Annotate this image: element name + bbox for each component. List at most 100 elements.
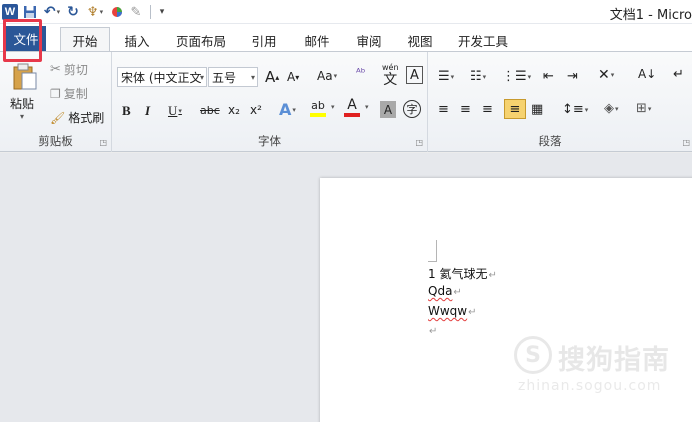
- paragraph-launcher-icon[interactable]: ◳: [682, 138, 690, 147]
- tab-review[interactable]: 审阅: [350, 28, 388, 52]
- highlight-dropdown-icon[interactable]: ▾: [330, 103, 335, 111]
- multilevel-list-icon[interactable]: ⋮☰ ▾: [502, 69, 531, 84]
- font-color-label: A: [347, 97, 357, 113]
- change-case-button[interactable]: Aa ▾: [317, 69, 337, 83]
- copy-label: 复制: [63, 87, 88, 101]
- superscript-button[interactable]: x²: [250, 103, 262, 117]
- format-painter-button[interactable]: 🖌 格式刷: [50, 109, 104, 126]
- word-app-icon[interactable]: W: [2, 4, 18, 20]
- highlight-button[interactable]: ab: [310, 99, 326, 117]
- highlight-label: ab: [311, 99, 325, 112]
- paste-button[interactable]: 粘贴: [10, 95, 34, 112]
- italic-button[interactable]: I: [145, 103, 150, 119]
- paragraph-group-label: 段落: [538, 134, 562, 148]
- font-color-button[interactable]: A: [344, 97, 360, 117]
- shrink-font-button[interactable]: A ▾: [287, 70, 299, 84]
- font-size-dropdown[interactable]: 五号 ▾: [208, 67, 258, 87]
- strikethrough-button[interactable]: abc: [200, 104, 220, 117]
- phonetic-guide-button[interactable]: wén 文: [382, 63, 399, 87]
- text-effects-button[interactable]: A ▾: [279, 100, 296, 119]
- justify-icon[interactable]: ≡: [504, 99, 526, 119]
- char-border-button[interactable]: A: [406, 66, 423, 84]
- clear-format-label: ᴬᵇ: [356, 66, 366, 79]
- paragraph-mark-icon: ↵: [488, 270, 497, 281]
- clipboard-launcher-icon[interactable]: ◳: [99, 138, 107, 147]
- underline-label: U: [168, 103, 178, 118]
- window-title: 文档1 - Micro: [609, 8, 692, 23]
- tab-mailings[interactable]: 邮件: [298, 28, 336, 52]
- enclose-char-button[interactable]: 字: [403, 100, 421, 118]
- watermark-text: 搜狗指南: [558, 345, 670, 376]
- scissors-icon: ✂: [50, 62, 61, 77]
- paragraph-mark-icon: ↵: [429, 326, 438, 337]
- tab-insert[interactable]: 插入: [117, 28, 157, 52]
- paragraph-mark-icon: ↵: [453, 287, 462, 298]
- ribbon-tab-row: 文件 开始 插入 页面布局 引用 邮件 审阅 视图 开发工具: [0, 24, 692, 52]
- sogou-watermark: S 搜狗指南 zhinan.sogou.com: [512, 332, 682, 402]
- phonetic-char-label: 文: [383, 72, 398, 88]
- subscript-button[interactable]: x₂: [228, 103, 240, 117]
- doc-line-1[interactable]: 1 氦气球无↵: [428, 265, 497, 282]
- tab-home[interactable]: 开始: [60, 27, 110, 52]
- line-spacing-icon[interactable]: ↕≡ ▾: [562, 102, 588, 117]
- paste-icon[interactable]: [8, 62, 42, 92]
- customize-icon[interactable]: ▾: [157, 3, 167, 21]
- font-size-value: 五号: [212, 70, 237, 85]
- clipboard-group: 粘贴 ▾ ✂ 剪切 ❐ 复制 🖌 格式刷 剪贴板 ◳: [0, 52, 112, 152]
- asian-layout-icon[interactable]: ✕ ▾: [598, 67, 614, 83]
- bold-button[interactable]: B: [122, 103, 131, 119]
- doc-line-3[interactable]: Wwqw↵: [428, 304, 477, 318]
- doc-line-2[interactable]: Qda↵: [428, 284, 462, 298]
- paste-dropdown-icon[interactable]: ▾: [20, 112, 24, 121]
- format-painter-label: 格式刷: [68, 111, 105, 125]
- align-right-icon[interactable]: ≡: [482, 102, 493, 117]
- highlight-color-bar: [310, 113, 326, 117]
- copy-icon: ❐: [50, 86, 61, 101]
- doc-line-2-text: Qda: [428, 284, 453, 298]
- doc-line-3-text: Wwqw: [428, 304, 468, 318]
- align-center-icon[interactable]: ≡: [460, 102, 471, 117]
- decrease-indent-icon[interactable]: ⇤: [543, 69, 554, 84]
- margin-corner-mark: [428, 240, 437, 262]
- borders-icon[interactable]: ⊞ ▾: [636, 101, 651, 116]
- clear-format-button[interactable]: ᴬᵇ: [356, 66, 365, 79]
- grow-font-label: A: [265, 68, 276, 86]
- copy-button[interactable]: ❐ 复制: [50, 85, 88, 102]
- format-painter-icon[interactable]: ♆ ▾: [84, 3, 106, 21]
- sort-icon[interactable]: A↓: [638, 67, 656, 81]
- font-name-dropdown[interactable]: 宋体 (中文正文 ▾: [117, 67, 207, 87]
- show-marks-icon[interactable]: ↵: [673, 67, 684, 82]
- shading-icon[interactable]: ◈ ▾: [604, 101, 619, 116]
- shrink-font-label: A: [287, 70, 296, 84]
- redo-icon[interactable]: ↻: [66, 3, 80, 21]
- distributed-icon[interactable]: ▦: [531, 102, 543, 117]
- tab-view[interactable]: 视图: [401, 28, 439, 52]
- font-group: 宋体 (中文正文 ▾ 五号 ▾ A ▴ A ▾ Aa ▾ ᴬᵇ wén 文 A B I…: [112, 52, 428, 152]
- sogou-logo-icon: S: [514, 336, 552, 374]
- change-case-label: Aa: [317, 69, 333, 83]
- tab-developer[interactable]: 开发工具: [452, 28, 514, 52]
- cut-label: 剪切: [63, 63, 88, 77]
- text-effects-label: A: [279, 100, 292, 119]
- cut-button[interactable]: ✂ 剪切: [50, 61, 88, 78]
- chevron-down-icon: ▾: [199, 72, 204, 82]
- numbering-icon[interactable]: ☷ ▾: [470, 69, 486, 84]
- pen-icon[interactable]: ✎: [128, 3, 144, 21]
- undo-icon[interactable]: ↶ ▾: [42, 3, 62, 21]
- font-color-dropdown-icon[interactable]: ▾: [364, 103, 369, 111]
- char-shading-button[interactable]: A: [380, 101, 396, 118]
- bullets-icon[interactable]: ☰ ▾: [438, 69, 454, 84]
- font-group-label: 字体: [258, 134, 281, 148]
- tab-page-layout[interactable]: 页面布局: [170, 28, 232, 52]
- watermark-url: zhinan.sogou.com: [518, 378, 662, 394]
- align-left-icon[interactable]: ≡: [438, 102, 449, 117]
- grow-font-button[interactable]: A ▴: [265, 68, 279, 86]
- doc-line-1-text: 1 氦气球无: [428, 267, 488, 281]
- doc-line-4[interactable]: ↵: [428, 323, 437, 337]
- underline-button[interactable]: U ▾: [168, 103, 182, 119]
- ribbon: 粘贴 ▾ ✂ 剪切 ❐ 复制 🖌 格式刷 剪贴板 ◳ 宋体 (中文正文 ▾ 五号…: [0, 51, 692, 152]
- tab-references[interactable]: 引用: [245, 28, 283, 52]
- color-icon[interactable]: [110, 3, 124, 21]
- increase-indent-icon[interactable]: ⇥: [567, 69, 578, 84]
- font-launcher-icon[interactable]: ◳: [415, 138, 423, 147]
